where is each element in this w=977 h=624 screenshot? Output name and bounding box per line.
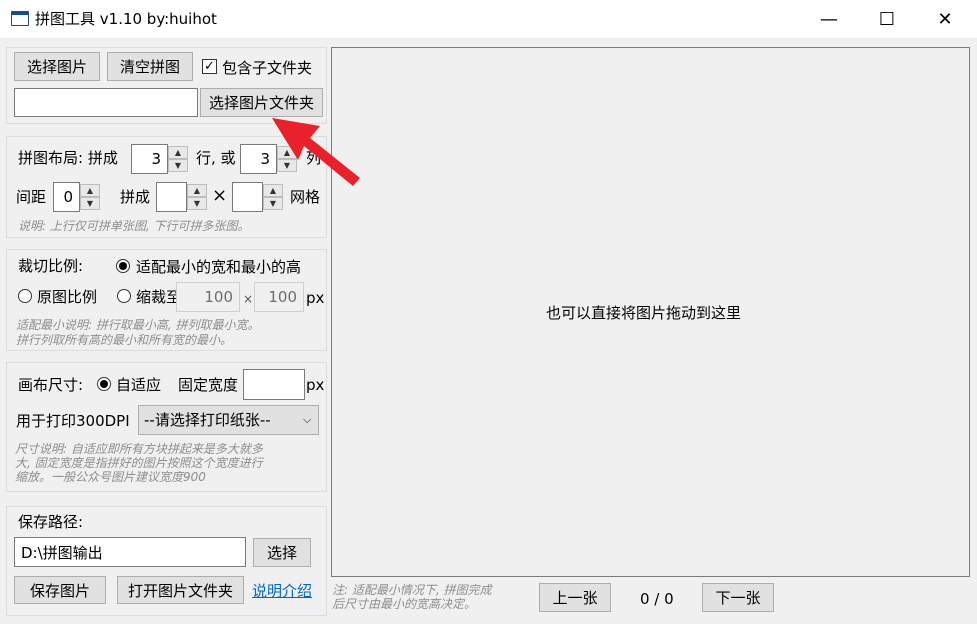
crop-height-input[interactable]: 100 bbox=[254, 282, 304, 312]
crop-note-line2: 拼行列取所有高的最小和所有宽的最小。 bbox=[16, 333, 233, 347]
fixed-width-input[interactable] bbox=[243, 369, 305, 400]
crop-to-radio[interactable] bbox=[117, 289, 131, 303]
include-subfolders-checkbox[interactable]: ✓ bbox=[202, 59, 217, 74]
grid-label: 拼成 bbox=[120, 188, 151, 206]
auto-size-radio[interactable] bbox=[97, 377, 111, 391]
spacing-label: 间距 bbox=[16, 188, 47, 206]
close-icon: ✕ bbox=[937, 8, 953, 30]
original-ratio-label: 原图比例 bbox=[37, 288, 98, 306]
close-button[interactable]: ✕ bbox=[916, 0, 974, 38]
crop-to-label: 缩裁至 bbox=[136, 288, 182, 306]
print-label: 用于打印300DPI bbox=[16, 412, 130, 430]
minimize-icon: — bbox=[820, 8, 838, 30]
chevron-down-icon: ⌵ bbox=[303, 413, 312, 426]
rows-spinner[interactable]: ▲ ▼ bbox=[168, 146, 188, 172]
select-images-button[interactable]: 选择图片 bbox=[14, 52, 100, 81]
spin-up-icon[interactable]: ▲ bbox=[80, 184, 100, 197]
grid-suffix-label: 网格 bbox=[290, 188, 321, 206]
clear-images-button[interactable]: 清空拼图 bbox=[107, 52, 193, 81]
crop-times-sign: × bbox=[243, 292, 254, 306]
canvas-unit-label: px bbox=[306, 376, 325, 394]
include-subfolders-label: 包含子文件夹 bbox=[222, 59, 313, 77]
spacing-spinner[interactable]: ▲ ▼ bbox=[80, 184, 100, 210]
maximize-button[interactable]: ☐ bbox=[858, 0, 916, 38]
spin-down-icon[interactable]: ▼ bbox=[187, 197, 207, 210]
save-image-button[interactable]: 保存图片 bbox=[14, 576, 106, 604]
fixed-width-label: 固定宽度 bbox=[178, 376, 239, 394]
preview-note-line2: 后尺寸由最小的宽高决定。 bbox=[332, 597, 477, 611]
window-title: 拼图工具 v1.10 by:huihot bbox=[35, 10, 217, 28]
red-arrow-annotation bbox=[272, 118, 360, 186]
image-counter: 0 / 0 bbox=[640, 590, 674, 608]
layout-label: 拼图布局: 拼成 bbox=[18, 149, 118, 167]
spacing-input[interactable]: 0 bbox=[53, 182, 80, 212]
minimize-button[interactable]: — bbox=[800, 0, 858, 38]
save-path-input[interactable]: D:\拼图输出 bbox=[14, 537, 246, 567]
checkmark-icon: ✓ bbox=[204, 59, 215, 74]
drop-hint: 也可以直接将图片拖动到这里 bbox=[546, 304, 742, 322]
auto-size-label: 自适应 bbox=[116, 376, 162, 394]
title-bar: 拼图工具 v1.10 by:huihot — ☐ ✕ bbox=[0, 0, 977, 38]
folder-path-input[interactable] bbox=[14, 88, 198, 117]
crop-width-input[interactable]: 100 bbox=[176, 282, 240, 312]
times-sign: × bbox=[212, 185, 228, 206]
prev-image-button[interactable]: 上一张 bbox=[539, 583, 611, 612]
canvas-label: 画布尺寸: bbox=[18, 376, 84, 394]
arrow-shape bbox=[272, 118, 360, 186]
maximize-icon: ☐ bbox=[878, 8, 896, 30]
save-path-label: 保存路径: bbox=[18, 513, 84, 531]
grid-width-input[interactable] bbox=[156, 182, 187, 212]
preview-note-line1: 注: 适配最小情况下, 拼图完成 bbox=[332, 583, 492, 597]
paper-size-select[interactable]: --请选择打印纸张-- ⌵ bbox=[138, 405, 319, 435]
crop-label: 裁切比例: bbox=[18, 257, 84, 275]
app-window-icon bbox=[11, 11, 29, 26]
rows-input[interactable]: 3 bbox=[131, 144, 168, 174]
fit-min-label: 适配最小的宽和最小的高 bbox=[136, 258, 302, 276]
crop-note-line1: 适配最小说明: 拼行取最小高, 拼列取最小宽。 bbox=[16, 318, 260, 332]
canvas-note-line2: 大, 固定宽度是指拼好的图片按照这个宽度进行 bbox=[15, 456, 263, 470]
next-image-button[interactable]: 下一张 bbox=[702, 583, 774, 612]
spin-down-icon[interactable]: ▼ bbox=[168, 159, 188, 172]
layout-note: 说明: 上行仅可拼单张图, 下行可拼多张图。 bbox=[18, 219, 250, 233]
grid-width-spinner[interactable]: ▲ ▼ bbox=[187, 184, 207, 210]
grid-height-input[interactable] bbox=[232, 182, 263, 212]
crop-unit-label: px bbox=[306, 289, 325, 307]
canvas-note-line3: 缩放。一般公众号图片建议宽度900 bbox=[15, 470, 206, 484]
spin-up-icon[interactable]: ▲ bbox=[168, 146, 188, 159]
original-ratio-radio[interactable] bbox=[18, 289, 32, 303]
choose-path-button[interactable]: 选择 bbox=[253, 538, 311, 567]
rows-suffix-label: 行, 或 bbox=[196, 149, 236, 167]
spin-down-icon[interactable]: ▼ bbox=[80, 197, 100, 210]
spin-up-icon[interactable]: ▲ bbox=[187, 184, 207, 197]
canvas-note-line1: 尺寸说明: 自适应即所有方块拼起来是多大就多 bbox=[15, 442, 263, 456]
open-folder-button[interactable]: 打开图片文件夹 bbox=[117, 576, 244, 604]
fit-min-radio[interactable] bbox=[116, 259, 130, 273]
paper-size-value: --请选择打印纸张-- bbox=[144, 411, 271, 429]
help-link[interactable]: 说明介绍 bbox=[252, 580, 312, 601]
spin-down-icon[interactable]: ▼ bbox=[263, 197, 283, 210]
